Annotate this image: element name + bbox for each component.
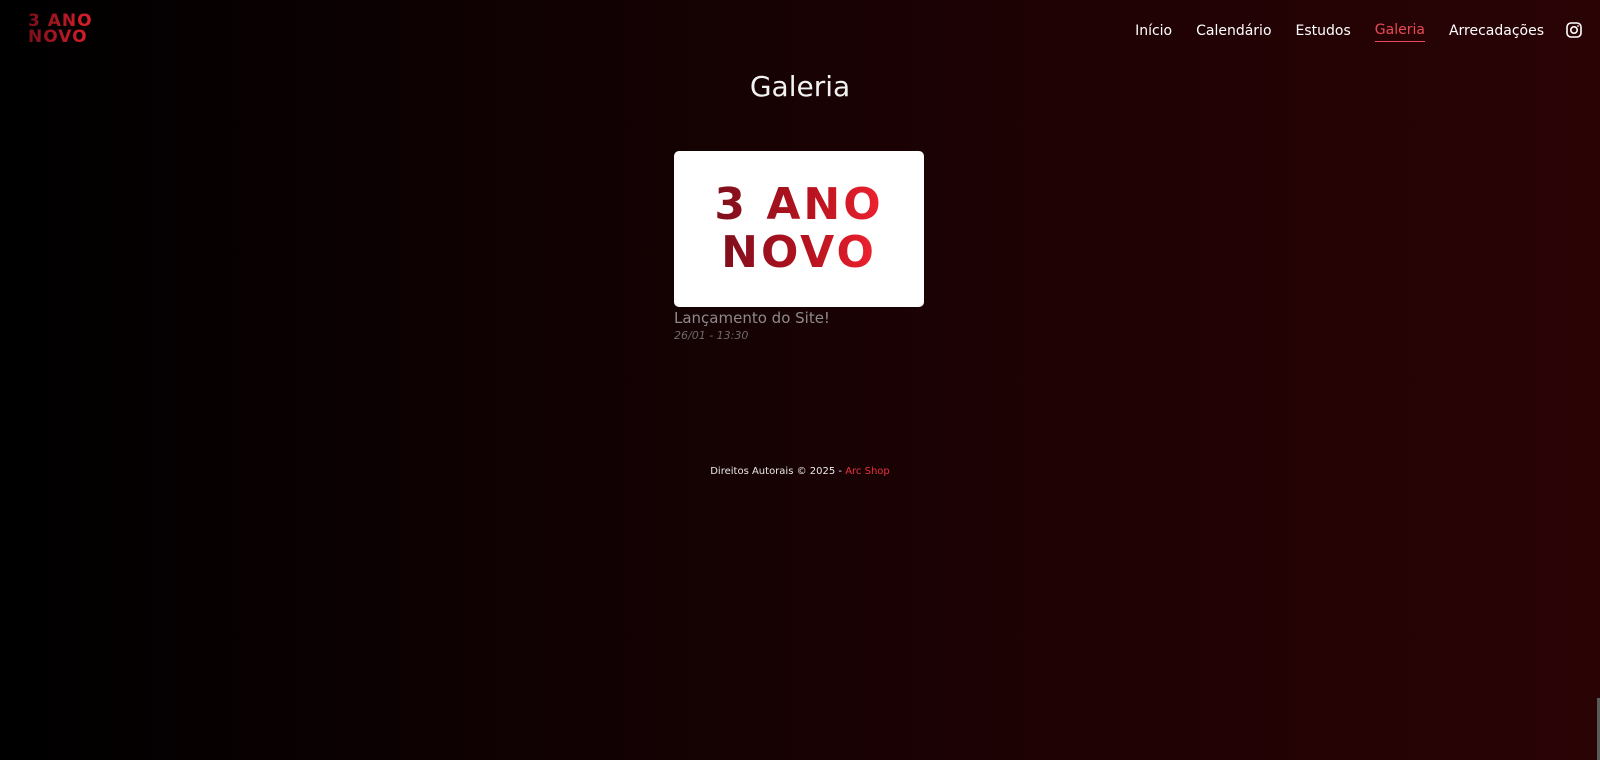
gallery-card-title: Lançamento do Site!	[674, 309, 830, 327]
card-image-line-2: NOVO	[721, 227, 877, 278]
footer-copyright: Direitos Autorais © 2025 -	[710, 466, 846, 477]
nav-link-arrecadacoes[interactable]: Arrecadações	[1449, 23, 1544, 42]
main-nav: Início Calendário Estudos Galeria Arreca…	[1135, 22, 1544, 42]
logo-line-2: NOVO	[28, 27, 88, 47]
nav-link-calendario[interactable]: Calendário	[1196, 23, 1271, 42]
nav-link-estudos[interactable]: Estudos	[1296, 23, 1351, 42]
gallery-card-image[interactable]: 3 ANO NOVO	[674, 151, 924, 307]
page-title: Galeria	[749, 70, 851, 103]
nav-link-galeria[interactable]: Galeria	[1374, 22, 1425, 42]
gallery-card-date: 26/01 - 13:30	[674, 329, 749, 342]
nav-link-inicio[interactable]: Início	[1135, 23, 1172, 42]
instagram-icon[interactable]	[1566, 22, 1582, 38]
gallery-card[interactable]: 3 ANO NOVO Lançamento do Site! 26/01 - 1…	[674, 151, 924, 342]
site-logo[interactable]: 3 ANO NOVO	[28, 13, 93, 45]
site-footer: Direitos Autorais © 2025 - Arc Shop	[0, 466, 1600, 477]
site-header: 3 ANO NOVO Início Calendário Estudos Gal…	[0, 0, 1600, 62]
footer-link-arc-shop[interactable]: Arc Shop	[845, 466, 890, 477]
card-image-line-1: 3 ANO	[714, 179, 884, 230]
